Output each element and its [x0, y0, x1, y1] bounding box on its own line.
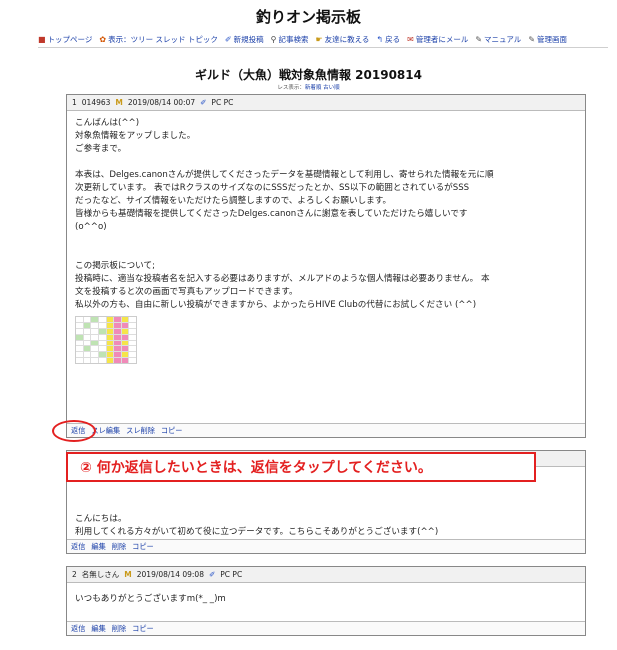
post-date: 2019/08/14 09:08	[136, 570, 204, 579]
menu-mail-admin[interactable]: ✉ 管理者にメール	[407, 34, 468, 45]
m-icon: M	[124, 570, 132, 579]
mail-icon: ✉	[407, 34, 414, 44]
pen-icon: ✐	[208, 570, 216, 579]
post-date: 2019/08/14 00:07	[127, 98, 196, 107]
top-menu: ■ トップページ ✿ 表示：ツリー スレッド トピック ✐ 新規投稿 ⚲ 記事検索 ☛ 友…	[38, 34, 608, 45]
menu-divider	[38, 47, 608, 48]
menu-new-post[interactable]: ✐ 新規投稿	[225, 34, 264, 45]
post-author: 名無しさん	[81, 570, 120, 579]
hand-icon: ☛	[315, 34, 323, 44]
view-icon: ✿	[99, 34, 107, 44]
post-actions: 返信 編集 削除 コピー	[67, 621, 585, 635]
search-icon: ⚲	[270, 34, 277, 44]
order-new-link[interactable]: 新着順	[305, 85, 322, 91]
pen-icon: ✐	[224, 34, 232, 44]
delete-button[interactable]: 削除	[112, 624, 126, 634]
instruction-callout: ② 何か返信したいときは、返信をタップしてください。	[66, 452, 536, 482]
delete-thread-button[interactable]: スレ削除	[126, 426, 155, 436]
post-header: 1 014963 M 2019/08/14 00:07 ✐ PC PC	[67, 95, 585, 111]
delete-button[interactable]: 削除	[112, 542, 126, 552]
post-actions: 返信 編集 削除 コピー	[67, 539, 585, 553]
post-device: PC PC	[220, 570, 243, 579]
order-old-link[interactable]: 古い順	[323, 85, 340, 91]
post-1: 1 014963 M 2019/08/14 00:07 ✐ PC PC こんばん…	[66, 94, 586, 438]
wrench-icon: ✎	[528, 34, 536, 44]
post-actions: 返信 スレ編集 スレ削除 コピー	[67, 423, 585, 437]
menu-search[interactable]: ⚲ 記事検索	[271, 34, 309, 45]
menu-manual[interactable]: ✎ マニュアル	[475, 34, 521, 45]
post-body: いつもありがとうございますm(*_ _)m	[75, 594, 226, 604]
view-order: レス表示：新着順 古い順	[277, 85, 340, 91]
post-device: PC PC	[211, 98, 234, 107]
post-2: 2 名無しさん M 2019/08/14 09:08 ✐ PC PC いつもあり…	[66, 566, 586, 636]
post-header: 2 名無しさん M 2019/08/14 09:08 ✐ PC PC	[67, 567, 585, 583]
copy-button[interactable]: コピー	[161, 426, 183, 436]
reply-button[interactable]: 返信	[71, 542, 85, 552]
reply-highlight-circle	[52, 420, 96, 442]
copy-button[interactable]: コピー	[132, 624, 154, 634]
menu-view-mode[interactable]: ✿ 表示：ツリー スレッド トピック	[99, 34, 217, 45]
menu-top-page[interactable]: ■ トップページ	[38, 34, 92, 45]
menu-admin[interactable]: ✎ 管理画面	[528, 34, 567, 45]
menu-back[interactable]: ↰ 戻る	[376, 34, 400, 45]
wrench-icon: ✎	[475, 34, 483, 44]
edit-button[interactable]: 編集	[91, 624, 105, 634]
reply-button[interactable]: 返信	[71, 624, 85, 634]
post-id: 014963	[81, 98, 111, 107]
menu-tell-friend[interactable]: ☛ 友達に教える	[315, 34, 369, 45]
attached-image-thumbnail[interactable]	[75, 316, 137, 364]
m-icon: M	[115, 98, 123, 107]
back-icon: ↰	[376, 34, 384, 44]
edit-button[interactable]: 編集	[91, 542, 105, 552]
post-body: こんばんは(^^) 対象魚情報をアップしました。 ご参考まで。 本表は、Delg…	[67, 111, 585, 423]
site-title: 釣りオン掲示板	[255, 8, 361, 26]
thread-title: ギルド（大魚）戦対象魚情報 20190814	[195, 68, 422, 82]
copy-button[interactable]: コピー	[132, 542, 154, 552]
pen-icon: ✐	[200, 98, 207, 107]
home-icon: ■	[38, 34, 46, 44]
